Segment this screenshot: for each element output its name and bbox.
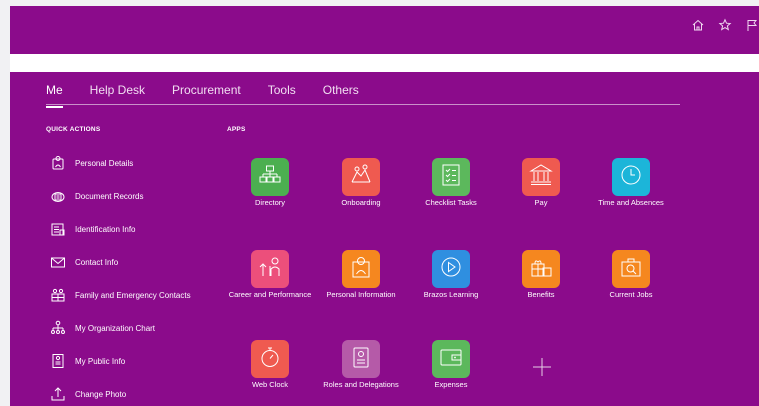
app-label: Career and Performance xyxy=(228,290,312,299)
app-roles-delegations[interactable]: Roles and Delegations xyxy=(319,340,403,390)
org-chart-icon xyxy=(50,320,66,336)
header-strip xyxy=(10,54,759,72)
app-brazos-learning[interactable]: Brazos Learning xyxy=(409,250,493,300)
checklist-icon xyxy=(438,162,464,193)
clock-icon xyxy=(618,162,644,193)
app-label: Personal Information xyxy=(326,290,396,299)
quick-action-label: My Organization Chart xyxy=(75,323,156,333)
app-label: Roles and Delegations xyxy=(323,380,399,389)
app-web-clock[interactable]: Web Clock xyxy=(228,340,312,390)
tab-divider xyxy=(46,104,680,105)
app-label: Time and Absences xyxy=(598,198,664,207)
id-card-icon xyxy=(50,221,66,237)
app-benefits[interactable]: Benefits xyxy=(499,250,583,300)
person-badge-icon xyxy=(50,155,66,171)
apps-heading: APPS xyxy=(227,126,246,133)
badge-icon xyxy=(348,344,374,375)
app-current-jobs[interactable]: Current Jobs xyxy=(589,250,673,300)
quick-actions-heading: QUICK ACTIONS xyxy=(46,126,101,133)
app-checklist-tasks[interactable]: Checklist Tasks xyxy=(409,158,493,208)
checklist-tile xyxy=(432,158,470,196)
directory-icon xyxy=(257,162,283,193)
pay-tile xyxy=(522,158,560,196)
quick-action-document-records[interactable]: Document Records xyxy=(50,186,143,206)
header-icons xyxy=(691,18,759,32)
career-tile xyxy=(251,250,289,288)
home-icon[interactable] xyxy=(691,18,705,32)
quick-action-personal-details[interactable]: Personal Details xyxy=(50,153,133,173)
career-icon xyxy=(257,254,283,285)
quick-action-identification-info[interactable]: Identification Info xyxy=(50,219,135,239)
wallet-icon xyxy=(438,344,464,375)
app-label: Current Jobs xyxy=(609,290,653,299)
expenses-tile xyxy=(432,340,470,378)
learning-tile xyxy=(432,250,470,288)
person-icon xyxy=(348,254,374,285)
public-info-icon xyxy=(50,353,66,369)
app-frame: Me Help Desk Procurement Tools Others QU… xyxy=(10,6,759,406)
benefits-icon xyxy=(528,254,554,285)
time-tile xyxy=(612,158,650,196)
app-label: Onboarding xyxy=(341,198,381,207)
quick-action-label: Identification Info xyxy=(75,224,136,234)
document-folder-icon xyxy=(50,188,66,204)
jobs-tile xyxy=(612,250,650,288)
app-label: Benefits xyxy=(527,290,555,299)
roles-tile xyxy=(342,340,380,378)
quick-action-public-info[interactable]: My Public Info xyxy=(50,351,125,371)
quick-action-org-chart[interactable]: My Organization Chart xyxy=(50,318,155,338)
quick-action-contact-info[interactable]: Contact Info xyxy=(50,252,118,272)
quick-action-label: Family and Emergency Contacts xyxy=(75,290,191,300)
app-career-performance[interactable]: Career and Performance xyxy=(228,250,312,300)
app-label: Brazos Learning xyxy=(423,290,479,299)
app-label: Pay xyxy=(534,198,548,207)
personal-info-tile xyxy=(342,250,380,288)
app-personal-information[interactable]: Personal Information xyxy=(319,250,403,300)
app-label: Expenses xyxy=(434,380,468,389)
app-directory[interactable]: Directory xyxy=(228,158,312,208)
add-app-button[interactable] xyxy=(523,348,561,386)
quick-action-label: Personal Details xyxy=(75,158,134,168)
app-time-absences[interactable]: Time and Absences xyxy=(589,158,673,208)
quick-action-label: Contact Info xyxy=(75,257,119,267)
flag-icon[interactable] xyxy=(745,18,759,32)
global-header xyxy=(10,6,759,54)
quick-action-label: Document Records xyxy=(75,191,144,201)
directory-tile xyxy=(251,158,289,196)
jobs-icon xyxy=(618,254,644,285)
family-icon xyxy=(50,287,66,303)
plus-icon xyxy=(533,358,551,376)
photo-upload-icon xyxy=(50,386,66,402)
app-expenses[interactable]: Expenses xyxy=(409,340,493,390)
app-label: Directory xyxy=(254,198,285,207)
onboarding-tile xyxy=(342,158,380,196)
benefits-tile xyxy=(522,250,560,288)
quick-action-family-contacts[interactable]: Family and Emergency Contacts xyxy=(50,285,191,305)
quick-action-label: My Public Info xyxy=(75,356,126,366)
quick-action-label: Change Photo xyxy=(75,389,127,399)
star-icon[interactable] xyxy=(718,18,732,32)
quick-action-change-photo[interactable]: Change Photo xyxy=(50,384,126,404)
app-label: Checklist Tasks xyxy=(425,198,477,207)
onboarding-icon xyxy=(348,162,374,193)
app-label: Web Clock xyxy=(251,380,289,389)
stopwatch-icon xyxy=(257,344,283,375)
play-icon xyxy=(438,254,464,285)
bank-icon xyxy=(528,162,554,193)
app-pay[interactable]: Pay xyxy=(499,158,583,208)
web-clock-tile xyxy=(251,340,289,378)
app-onboarding[interactable]: Onboarding xyxy=(319,158,403,208)
envelope-icon xyxy=(50,254,66,270)
